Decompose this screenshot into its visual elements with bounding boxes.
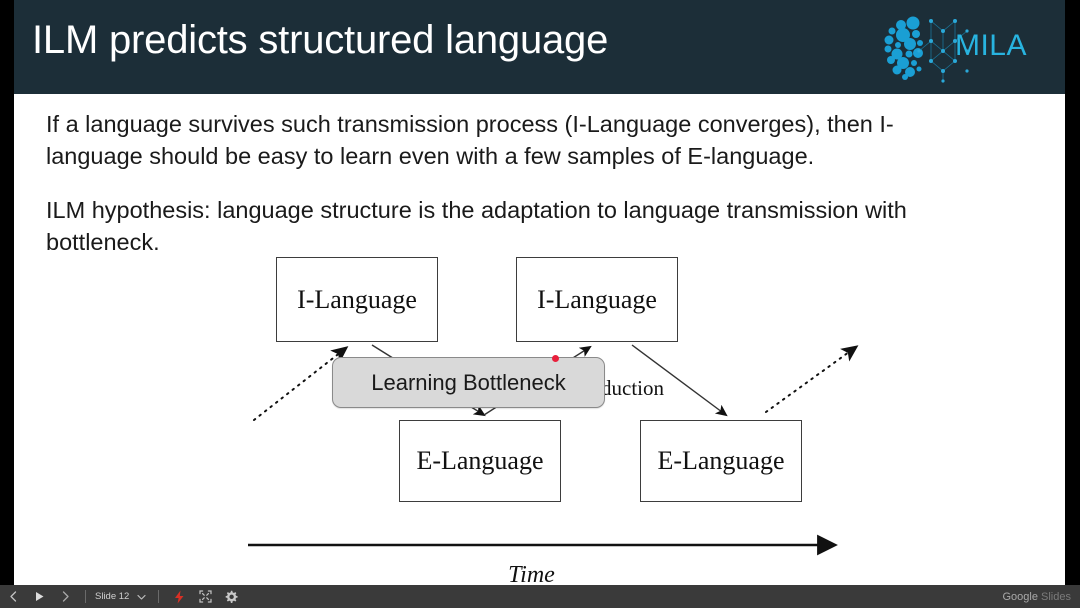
- chevron-left-icon: [9, 591, 16, 602]
- play-icon: [35, 592, 43, 601]
- google-slides-branding: Google Slides: [1002, 591, 1080, 603]
- node-i-language-1: I-Language: [276, 257, 438, 342]
- lightning-bolt-icon-button[interactable]: [166, 585, 192, 608]
- time-axis-text: Time: [508, 562, 555, 585]
- slide-menu-dropdown[interactable]: [131, 594, 151, 600]
- fullscreen-icon: [199, 590, 212, 603]
- presentation-viewer: ILM predicts structured language MILA If…: [0, 0, 1080, 608]
- slide-canvas: ILM predicts structured language MILA If…: [14, 0, 1065, 585]
- gear-icon: [226, 590, 238, 603]
- node-i-language-2: I-Language: [516, 257, 678, 342]
- toolbar-divider-1: [85, 590, 86, 603]
- node-label: I-Language: [297, 284, 417, 314]
- chevron-right-icon: [62, 591, 69, 602]
- node-e-language-2: E-Language: [640, 420, 802, 502]
- next-slide-button[interactable]: [52, 585, 78, 608]
- time-axis-label: Time: [14, 562, 1065, 585]
- play-slideshow-button[interactable]: [26, 585, 52, 608]
- node-label: I-Language: [537, 284, 657, 314]
- previous-slide-button[interactable]: [0, 585, 26, 608]
- lightning-bolt-icon: [174, 590, 184, 603]
- learning-bottleneck-callout[interactable]: Learning Bottleneck: [332, 357, 605, 408]
- node-label: E-Language: [657, 446, 785, 475]
- node-label: E-Language: [416, 446, 544, 475]
- fullscreen-icon-button[interactable]: [192, 585, 218, 608]
- settings-icon-button[interactable]: [218, 585, 244, 608]
- branding-google: Google: [1002, 590, 1038, 603]
- learning-bottleneck-label: Learning Bottleneck: [371, 369, 566, 395]
- presentation-toolbar: Slide 12 Google Slides: [0, 585, 1080, 608]
- chevron-down-icon: [137, 594, 146, 600]
- callout-marker-dot: [552, 355, 559, 362]
- slide-counter[interactable]: Slide 12: [93, 591, 131, 602]
- branding-slides: Slides: [1041, 590, 1071, 603]
- node-e-language-1: E-Language: [399, 420, 561, 502]
- toolbar-divider-2: [158, 590, 160, 603]
- ilm-transmission-diagram: I-Language I-Language E-Language E-Langu…: [14, 0, 1065, 585]
- edge-label-production: duction: [601, 376, 664, 400]
